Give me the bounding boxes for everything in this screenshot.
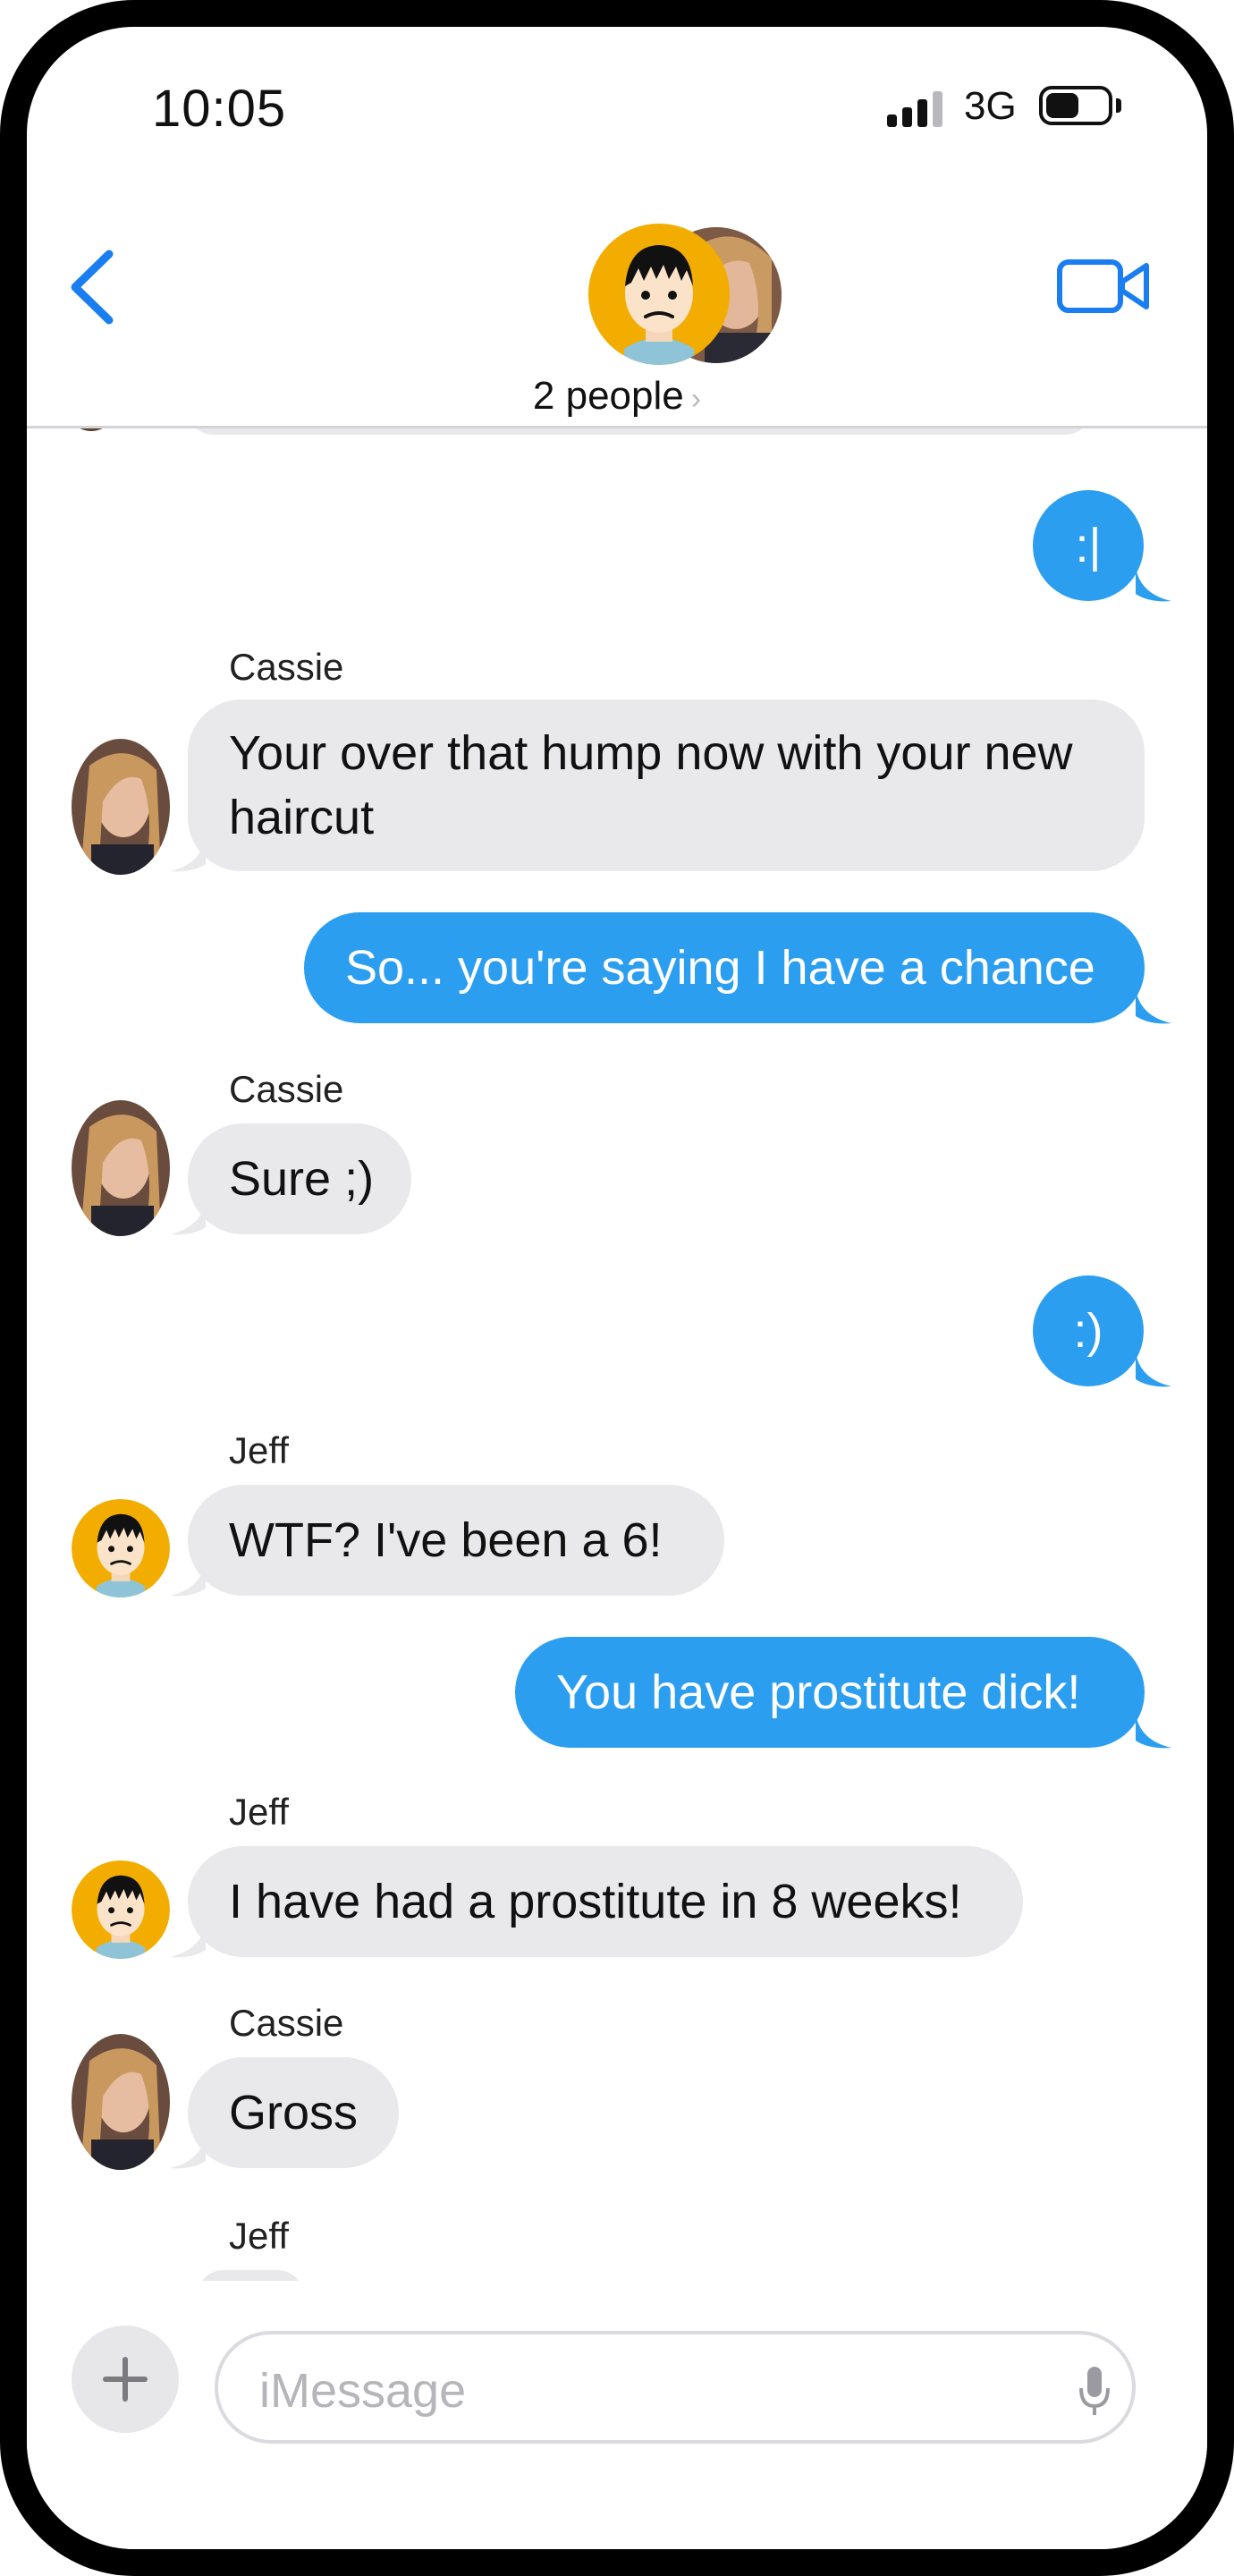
message-bubble-incoming: Sure ;) bbox=[188, 1123, 411, 1234]
message-placeholder: iMessage bbox=[259, 2364, 467, 2418]
message-bubble-outgoing: :| bbox=[1033, 490, 1144, 601]
sender-name: Jeff bbox=[229, 1429, 289, 1471]
screen: 10:05 3G 2 people ›:| Cassie Your over … bbox=[27, 27, 1207, 2549]
carrier-label: 3G bbox=[964, 84, 1017, 128]
battery-icon bbox=[1039, 86, 1112, 125]
jeff-avatar bbox=[72, 1860, 170, 1959]
message-bubble-outgoing: You have prostitute dick! bbox=[515, 1637, 1145, 1748]
jeff-avatar bbox=[72, 1499, 170, 1597]
bubble-tail bbox=[1136, 567, 1171, 602]
composer-bar: iMessage bbox=[27, 2281, 1207, 2549]
message-bubble-incoming: Gross bbox=[188, 2057, 399, 2168]
sender-name: Jeff bbox=[229, 2215, 289, 2257]
bubble-tail bbox=[170, 2134, 206, 2169]
sender-name: Cassie bbox=[229, 1068, 344, 1110]
people-count-label: 2 people bbox=[532, 374, 684, 418]
group-details-link[interactable]: 2 people › bbox=[27, 374, 1207, 419]
cassie-avatar bbox=[72, 2034, 170, 2170]
video-camera-icon[interactable] bbox=[1055, 255, 1154, 318]
bubble-tail bbox=[170, 1562, 206, 1597]
message-bubble-outgoing: So... you're saying I have a chance bbox=[304, 912, 1145, 1023]
sender-name: Cassie bbox=[229, 2002, 344, 2044]
message-bubble-incoming: Your over that hump now with your new ha… bbox=[188, 699, 1145, 871]
jeff-avatar bbox=[588, 224, 730, 365]
bubble-tail bbox=[1136, 1352, 1171, 1387]
sender-name: Jeff bbox=[229, 1791, 289, 1833]
plus-icon bbox=[103, 2357, 148, 2402]
bubble-tail bbox=[1136, 1714, 1171, 1749]
device-frame: 10:05 3G 2 people ›:| Cassie Your over … bbox=[0, 0, 1234, 2576]
bubble-tail bbox=[170, 837, 206, 872]
group-avatar[interactable] bbox=[588, 224, 782, 367]
message-bubble-incoming: WTF? I've been a 6! bbox=[188, 1485, 724, 1596]
microphone-icon[interactable] bbox=[1077, 2365, 1112, 2419]
bubble-tail bbox=[1136, 989, 1171, 1024]
cassie-avatar bbox=[72, 739, 170, 875]
message-input[interactable]: iMessage bbox=[215, 2331, 1136, 2444]
plus-button[interactable] bbox=[72, 2326, 179, 2433]
status-time: 10:05 bbox=[152, 80, 287, 138]
chevron-right-icon: › bbox=[690, 382, 702, 416]
conversation-header: 2 people › bbox=[27, 170, 1207, 428]
cassie-avatar bbox=[72, 1100, 170, 1236]
signal-icon bbox=[887, 89, 942, 127]
message-bubble-incoming: I have had a prostitute in 8 weeks! bbox=[188, 1846, 1023, 1957]
bubble-tail bbox=[170, 1200, 206, 1235]
bubble-tail bbox=[170, 1923, 206, 1958]
message-bubble-outgoing: :) bbox=[1033, 1275, 1144, 1386]
chevron-left-icon[interactable] bbox=[63, 247, 125, 327]
sender-name: Cassie bbox=[229, 646, 344, 688]
